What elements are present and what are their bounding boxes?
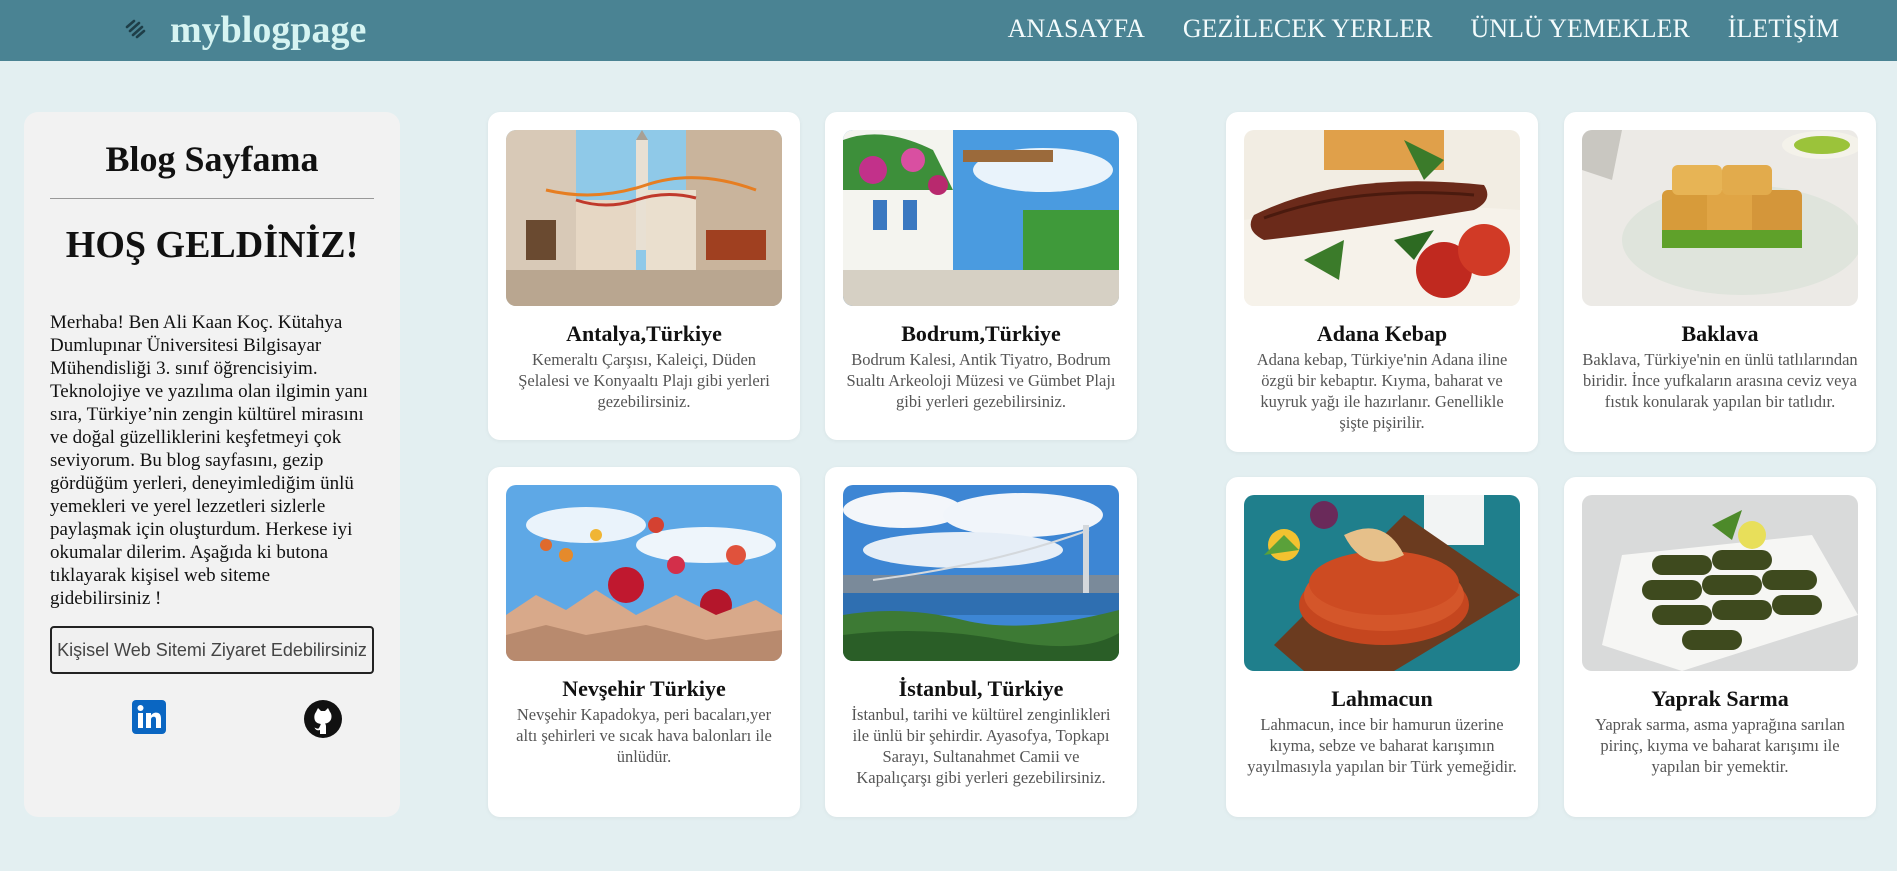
github-icon[interactable] (304, 700, 342, 743)
food-description: Lahmacun, ince bir hamurun üzerine kıyma… (1247, 715, 1517, 776)
place-title: Antalya,Türkiye (566, 321, 722, 346)
visit-website-button[interactable]: Kişisel Web Sitemi Ziyaret Edebilirsiniz (50, 626, 374, 674)
intro-sidebar: Blog Sayfama HOŞ GELDİNİZ! Merhaba! Ben … (24, 112, 400, 817)
food-title: Yaprak Sarma (1651, 686, 1789, 711)
food-description: Adana kebap, Türkiye'nin Adana iline özg… (1256, 350, 1508, 432)
food-card[interactable]: Lahmacun Lahmacun, ince bir hamurun üzer… (1226, 477, 1538, 817)
food-description: Yaprak sarma, asma yaprağına sarılan pir… (1595, 715, 1845, 776)
baklava-image (1582, 130, 1858, 306)
food-title: Adana Kebap (1316, 321, 1448, 346)
lahmacun-image (1244, 495, 1520, 671)
brand-title[interactable]: myblogpage (170, 8, 366, 52)
food-description: Baklava, Türkiye'nin en ünlü tatlılarınd… (1582, 350, 1858, 411)
bodrum-image (843, 130, 1119, 306)
place-description: İstanbul, tarihi ve kültürel zenginlikle… (851, 705, 1111, 787)
place-title: Nevşehir Türkiye (562, 676, 726, 701)
logo-icon[interactable] (124, 19, 146, 39)
nav-contact[interactable]: İLETİŞİM (1728, 14, 1839, 44)
place-title: Bodrum,Türkiye (901, 321, 1061, 346)
social-links (50, 700, 374, 742)
linkedin-icon[interactable] (132, 700, 166, 739)
sidebar-title: Blog Sayfama (105, 139, 319, 179)
divider (50, 198, 374, 199)
place-card[interactable]: Bodrum,Türkiye Bodrum Kalesi, Antik Tiya… (825, 112, 1137, 440)
place-card[interactable]: İstanbul, Türkiye İstanbul, tarihi ve kü… (825, 467, 1137, 817)
place-description: Nevşehir Kapadokya, peri bacaları,yer al… (516, 705, 772, 766)
place-card[interactable]: Nevşehir Türkiye Nevşehir Kapadokya, per… (488, 467, 800, 817)
nav-foods[interactable]: ÜNLÜ YEMEKLER (1471, 14, 1690, 44)
food-card[interactable]: Yaprak Sarma Yaprak sarma, asma yaprağın… (1564, 477, 1876, 817)
intro-text: Merhaba! Ben Ali Kaan Koç. Kütahya Dumlu… (50, 312, 368, 609)
welcome-heading: HOŞ GELDİNİZ! (65, 224, 359, 266)
main-nav: ANASAYFA GEZİLECEK YERLER ÜNLÜ YEMEKLER … (1008, 14, 1839, 44)
food-title: Baklava (1681, 321, 1759, 346)
istanbul-image (843, 485, 1119, 661)
yaprak-sarma-image (1582, 495, 1858, 671)
adana-kebap-image (1244, 130, 1520, 306)
food-title: Lahmacun (1331, 686, 1433, 711)
food-card[interactable]: Baklava Baklava, Türkiye'nin en ünlü tat… (1564, 112, 1876, 452)
place-description: Kemeraltı Çarşısı, Kaleiçi, Düden Şelale… (518, 350, 770, 411)
place-title: İstanbul, Türkiye (898, 676, 1064, 701)
nevsehir-image (506, 485, 782, 661)
place-card[interactable]: Antalya,Türkiye Kemeraltı Çarşısı, Kalei… (488, 112, 800, 440)
nav-home[interactable]: ANASAYFA (1008, 14, 1145, 44)
place-description: Bodrum Kalesi, Antik Tiyatro, Bodrum Sua… (846, 350, 1116, 411)
nav-places[interactable]: GEZİLECEK YERLER (1183, 14, 1433, 44)
food-card[interactable]: Adana Kebap Adana kebap, Türkiye'nin Ada… (1226, 112, 1538, 452)
top-navbar: myblogpage ANASAYFA GEZİLECEK YERLER ÜNL… (0, 0, 1897, 61)
antalya-image (506, 130, 782, 306)
